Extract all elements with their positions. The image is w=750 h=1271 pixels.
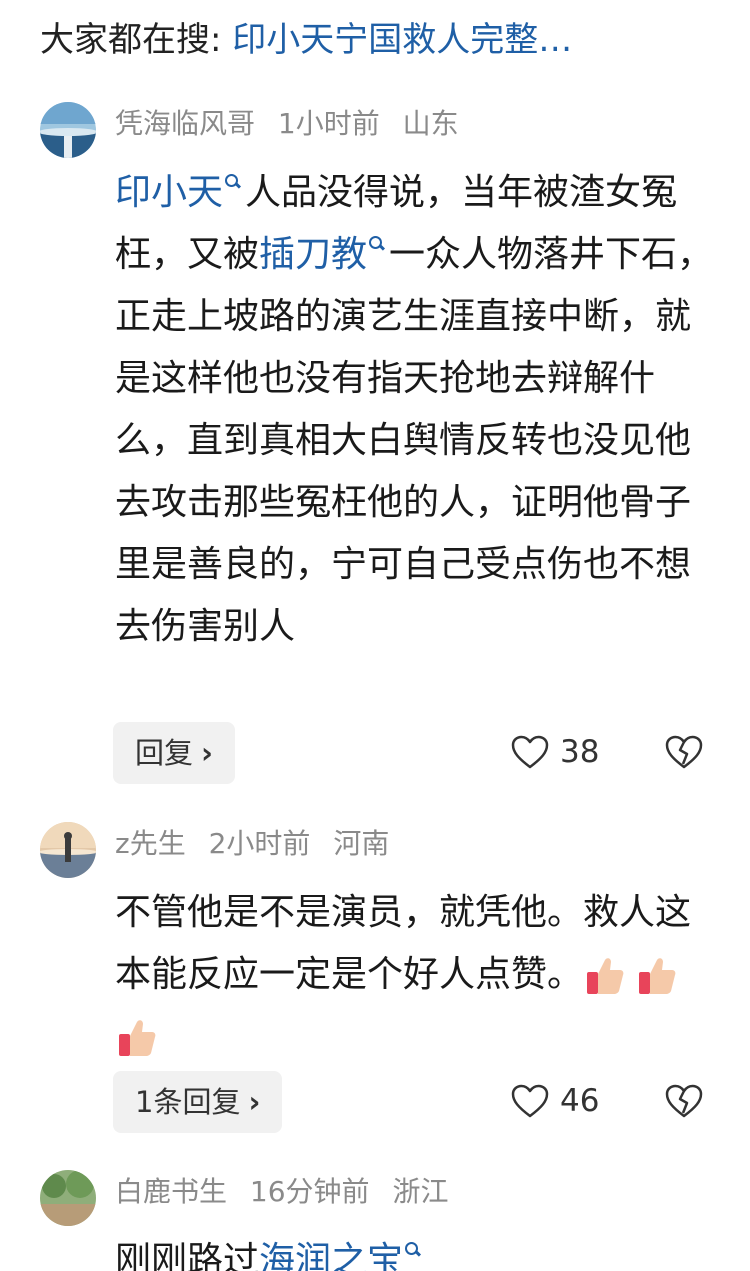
like-count: 38 <box>560 734 600 770</box>
topic-link[interactable]: 海润之宝 <box>259 1240 403 1271</box>
heart-outline-icon <box>511 735 549 769</box>
comment-text: 不管他是不是演员，就凭他。救人这本能反应一定是个好人点赞。 <box>115 882 705 1068</box>
comment-time: 2小时前 <box>208 827 311 860</box>
dislike-button[interactable] <box>664 722 704 782</box>
avatar[interactable] <box>40 822 96 878</box>
comment-time: 16分钟前 <box>249 1175 370 1208</box>
search-suggestion-prefix: 大家都在搜: <box>40 20 233 60</box>
search-suggestion-bar[interactable]: 大家都在搜: 印小天宁国救人完整… <box>40 14 710 66</box>
chevron-right-icon: › <box>248 1085 261 1119</box>
comment-text-part: 一众人物落井下石，正走上坡路的演艺生涯直接中断，就是这样他也没有指天抢地去辩解什… <box>115 234 714 647</box>
heart-outline-icon <box>511 1084 549 1118</box>
avatar[interactable] <box>40 102 96 158</box>
reply-button-label: 1条回复 <box>135 1085 241 1119</box>
comment-time: 1小时前 <box>277 107 380 140</box>
comment-text: 刚刚路过海润之宝 <box>115 1230 715 1271</box>
topic-link[interactable]: 印小天 <box>115 172 223 213</box>
comment-text: 印小天 人品没得说，当年被渣女冤枉，又被插刀教 一众人物落井下石，正走上坡路的演艺生… <box>115 162 715 658</box>
like-button[interactable]: 46 <box>510 1071 599 1131</box>
comment-location: 河南 <box>333 827 390 860</box>
dislike-button[interactable] <box>664 1071 704 1131</box>
comment-meta: 凭海临风哥 1小时前 山东 <box>115 104 473 144</box>
chevron-right-icon: › <box>201 736 213 770</box>
broken-heart-icon <box>665 735 703 769</box>
comment-meta: 白鹿书生 16分钟前 浙江 <box>115 1172 462 1212</box>
username[interactable]: 白鹿书生 <box>115 1175 227 1208</box>
topic-link[interactable]: 插刀教 <box>259 234 367 275</box>
avatar[interactable] <box>40 1170 96 1226</box>
broken-heart-icon <box>665 1084 703 1118</box>
search-icon <box>225 174 239 188</box>
view-replies-button[interactable]: 1条回复 › <box>113 1071 283 1133</box>
like-count: 46 <box>560 1083 600 1119</box>
reply-button-label: 回复 <box>135 736 194 770</box>
search-icon <box>405 1242 419 1256</box>
search-suggestion-link[interactable]: 印小天宁国救人完整… <box>232 20 572 60</box>
comment-location: 浙江 <box>392 1175 449 1208</box>
reply-button[interactable]: 回复 › <box>113 722 235 784</box>
comment-meta: z先生 2小时前 河南 <box>115 824 403 864</box>
username[interactable]: z先生 <box>115 827 186 860</box>
comment-text-part: 刚刚路过 <box>115 1240 260 1271</box>
like-button[interactable]: 38 <box>510 722 599 782</box>
username[interactable]: 凭海临风哥 <box>115 107 255 140</box>
comment-location: 山东 <box>402 107 459 140</box>
search-icon <box>369 236 383 250</box>
